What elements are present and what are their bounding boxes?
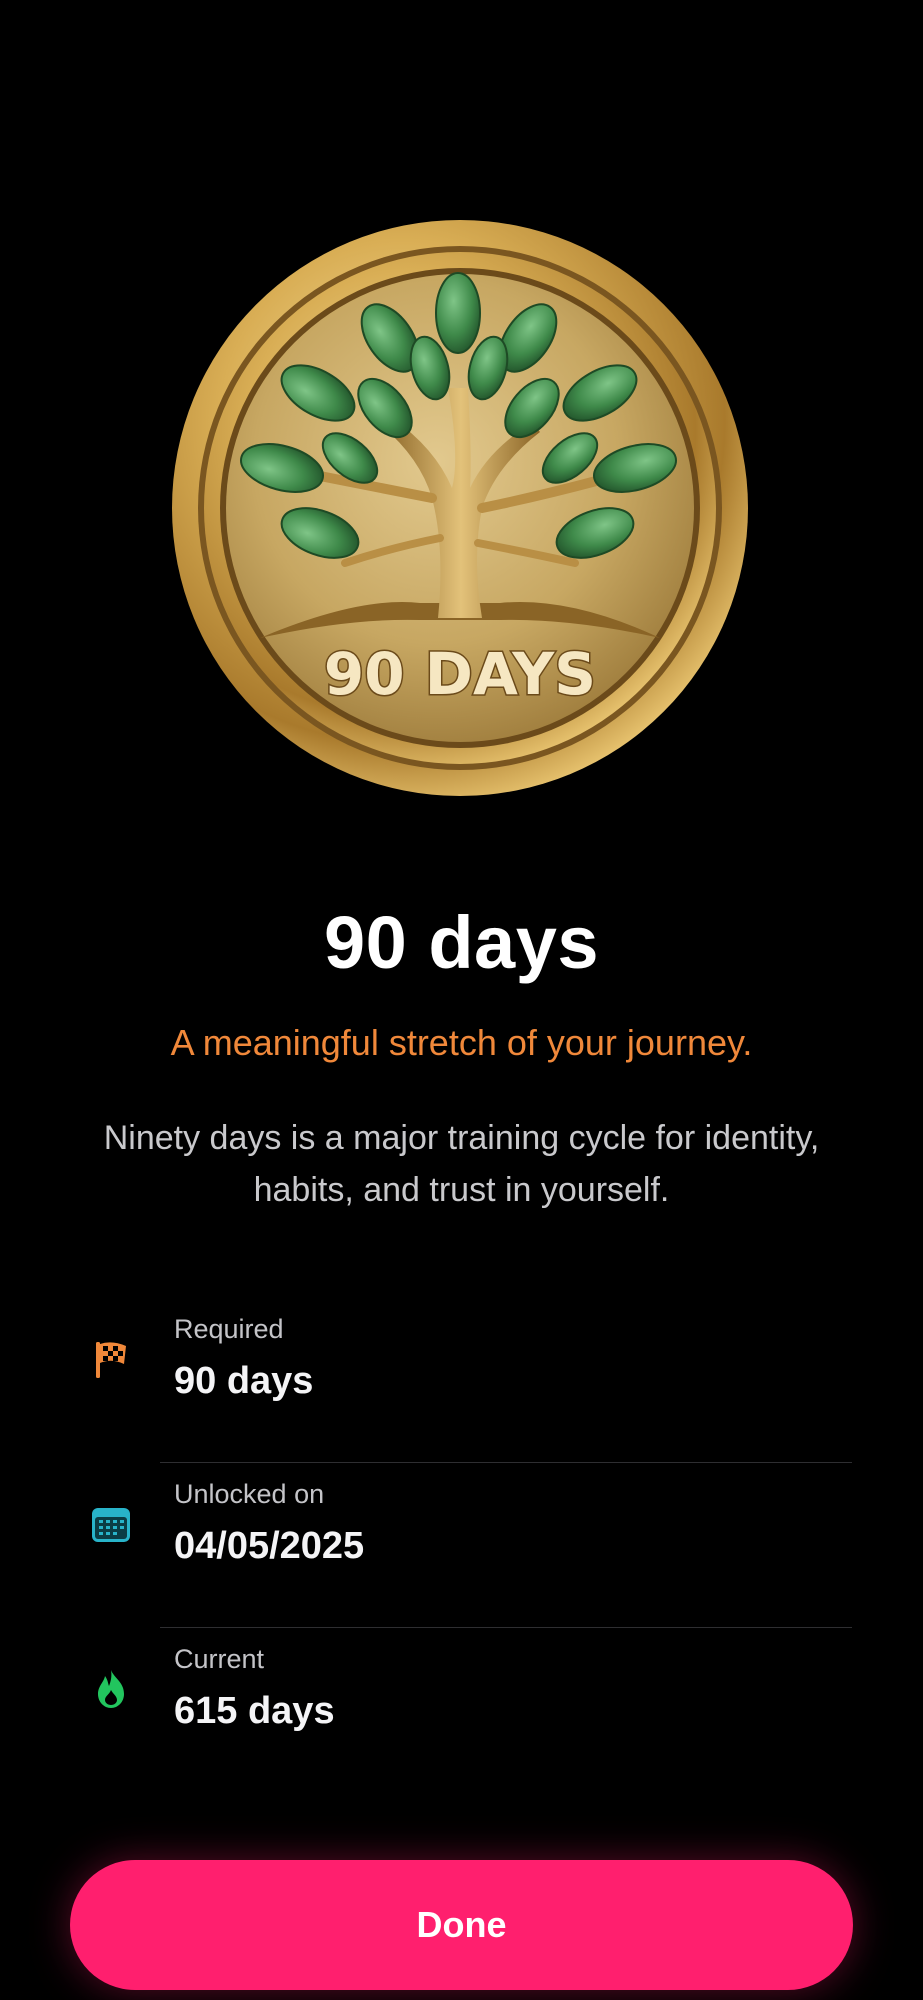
detail-row-current: Current 615 days <box>0 1628 923 1793</box>
detail-value: 615 days <box>174 1690 335 1732</box>
detail-value: 90 days <box>174 1360 314 1402</box>
detail-label: Required <box>174 1314 284 1344</box>
detail-value: 04/05/2025 <box>174 1525 365 1567</box>
milestone-subtitle: A meaningful stretch of your journey. <box>170 1022 753 1063</box>
detail-label: Unlocked on <box>174 1479 325 1509</box>
medal-text: 90 DAYS <box>324 640 596 708</box>
detail-label: Current <box>174 1644 265 1674</box>
calendar-icon <box>90 1503 132 1545</box>
medal-image: 90 DAYS <box>170 218 750 798</box>
checkered-flag-icon <box>90 1338 132 1380</box>
tree-medal-icon: 90 DAYS <box>172 220 748 796</box>
detail-row-required: Required 90 days <box>0 1298 923 1463</box>
milestone-title: 90 days <box>323 901 600 984</box>
details-list: Required 90 days Unlocked on 04/05/2025 … <box>0 1298 923 1793</box>
flame-icon <box>90 1668 132 1710</box>
detail-row-unlocked: Unlocked on 04/05/2025 <box>0 1463 923 1628</box>
milestone-description: Ninety days is a major training cycle fo… <box>103 1119 820 1209</box>
done-button[interactable]: Done <box>70 1860 853 1990</box>
